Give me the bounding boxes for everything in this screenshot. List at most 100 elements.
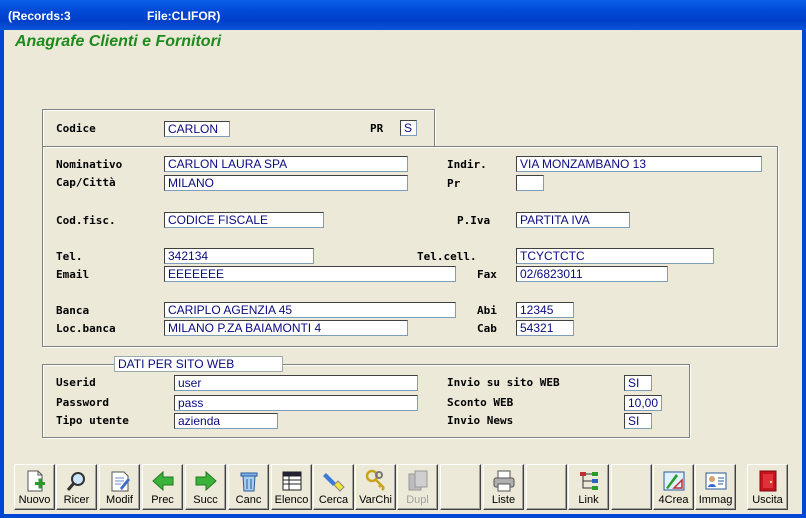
nuovo-label: Nuovo — [18, 494, 51, 506]
email-field[interactable]: EEEEEEE — [164, 266, 456, 282]
ricer-button[interactable]: Ricer — [56, 464, 97, 510]
modif-button[interactable]: Modif — [99, 464, 140, 510]
4crea-label: 4Crea — [658, 494, 689, 506]
invio-sito-label: Invio su sito WEB — [447, 376, 560, 389]
indir-label: Indir. — [447, 158, 487, 171]
elenco-label: Elenco — [274, 494, 309, 506]
locbanca-label: Loc.banca — [56, 322, 116, 335]
banca-field[interactable]: CARIPLO AGENZIA 45 — [164, 302, 456, 318]
table-list-icon — [282, 471, 302, 491]
nominativo-field[interactable]: CARLON LAURA SPA — [164, 156, 408, 172]
nominativo-label: Nominativo — [56, 158, 123, 171]
userid-field[interactable]: user — [174, 375, 418, 391]
trash-icon — [240, 472, 258, 492]
sconto-label: Sconto WEB — [447, 396, 514, 409]
modif-label: Modif — [106, 494, 133, 506]
locbanca-field[interactable]: MILANO P.ZA BAIAMONTI 4 — [164, 320, 408, 336]
page-title: Anagrafe Clienti e Fornitori — [15, 33, 222, 50]
edit-document-icon — [111, 471, 130, 492]
canc-label: Canc — [235, 494, 262, 506]
indir-field[interactable]: VIA MONZAMBANO 13 — [516, 156, 762, 172]
tel-field[interactable]: 342134 — [164, 248, 314, 264]
empty-button-2[interactable] — [526, 464, 567, 510]
link-tree-icon — [580, 472, 598, 490]
image-card-icon — [705, 472, 727, 490]
arrow-left-icon — [152, 470, 174, 492]
printer-icon — [493, 470, 515, 492]
toolbar: Nuovo Ricer Modif Prec Succ Canc Elenco … — [10, 464, 790, 512]
cab-field[interactable]: 54321 — [516, 320, 574, 336]
fax-field[interactable]: 02/6823011 — [516, 266, 668, 282]
invio-news-field[interactable]: SI — [624, 413, 652, 429]
cap-citta-label: Cap/Città — [56, 176, 116, 189]
duplicate-icon — [408, 470, 428, 491]
password-field[interactable]: pass — [174, 395, 418, 411]
arrow-right-icon — [195, 470, 217, 492]
telcell-field[interactable]: TCYCTCTC — [516, 248, 714, 264]
nuovo-button[interactable]: Nuovo — [14, 464, 55, 510]
password-label: Password — [56, 396, 109, 409]
dupl-label: Dupl — [406, 494, 429, 506]
window-border-bottom — [0, 514, 806, 518]
succ-button[interactable]: Succ — [185, 464, 226, 510]
userid-label: Userid — [56, 376, 96, 389]
invio-news-label: Invio News — [447, 414, 514, 427]
fax-label: Fax — [477, 268, 497, 281]
window-border-left — [0, 30, 4, 518]
window-border-right — [802, 30, 806, 518]
email-label: Email — [56, 268, 90, 281]
piva-label: P.Iva — [457, 214, 491, 227]
4crea-button[interactable]: 4Crea — [653, 464, 694, 510]
link-label: Link — [578, 494, 599, 506]
codice-label: Codice — [56, 122, 96, 135]
prec-button[interactable]: Prec — [142, 464, 183, 510]
prec-label: Prec — [151, 494, 174, 506]
dupl-button[interactable]: Dupl — [397, 464, 438, 510]
keys-icon — [365, 469, 385, 491]
tel-label: Tel. — [56, 250, 83, 263]
web-panel-title: DATI PER SITO WEB — [114, 356, 283, 372]
abi-field[interactable]: 12345 — [516, 302, 574, 318]
codice-field[interactable]: CARLON — [164, 121, 230, 137]
empty-button-3[interactable] — [611, 464, 652, 510]
uscita-label: Uscita — [752, 494, 783, 506]
invio-sito-field[interactable]: SI — [624, 375, 652, 391]
varchi-button[interactable]: VarChi — [355, 464, 396, 510]
varchi-label: VarChi — [359, 494, 392, 506]
telcell-label: Tel.cell. — [417, 250, 477, 263]
pr-top-field[interactable]: S — [400, 120, 417, 136]
piva-field[interactable]: PARTITA IVA — [516, 212, 630, 228]
pr-top-label: PR — [370, 122, 384, 135]
liste-label: Liste — [491, 494, 516, 506]
canc-button[interactable]: Canc — [228, 464, 269, 510]
codfisc-label: Cod.fisc. — [56, 214, 116, 227]
highlighter-icon — [323, 473, 345, 492]
design-tools-icon — [663, 471, 685, 491]
new-document-icon — [27, 470, 45, 492]
cerca-label: Cerca — [318, 494, 349, 506]
pr-label: Pr — [447, 177, 461, 190]
uscita-button[interactable]: Uscita — [747, 464, 788, 510]
codfisc-field[interactable]: CODICE FISCALE — [164, 212, 324, 228]
file-name: File:CLIFOR) — [147, 9, 221, 23]
ricer-label: Ricer — [63, 494, 90, 506]
link-button[interactable]: Link — [568, 464, 609, 510]
pr-field[interactable] — [516, 175, 544, 191]
cap-citta-field[interactable]: MILANO — [164, 175, 408, 191]
window-titlebar: (Records:3 File:CLIFOR) — [0, 0, 806, 30]
cerca-button[interactable]: Cerca — [313, 464, 354, 510]
tipo-utente-field[interactable]: azienda — [174, 413, 278, 429]
elenco-button[interactable]: Elenco — [271, 464, 312, 510]
immag-button[interactable]: Immag — [695, 464, 736, 510]
immag-label: Immag — [698, 494, 733, 506]
tipo-utente-label: Tipo utente — [56, 414, 129, 427]
succ-label: Succ — [193, 494, 218, 506]
records-count: (Records:3 — [8, 9, 71, 23]
sconto-field[interactable]: 10,00 — [624, 395, 662, 411]
empty-button-1[interactable] — [440, 464, 481, 510]
cab-label: Cab — [477, 322, 497, 335]
exit-door-icon — [759, 470, 777, 492]
abi-label: Abi — [477, 304, 497, 317]
banca-label: Banca — [56, 304, 90, 317]
liste-button[interactable]: Liste — [483, 464, 524, 510]
